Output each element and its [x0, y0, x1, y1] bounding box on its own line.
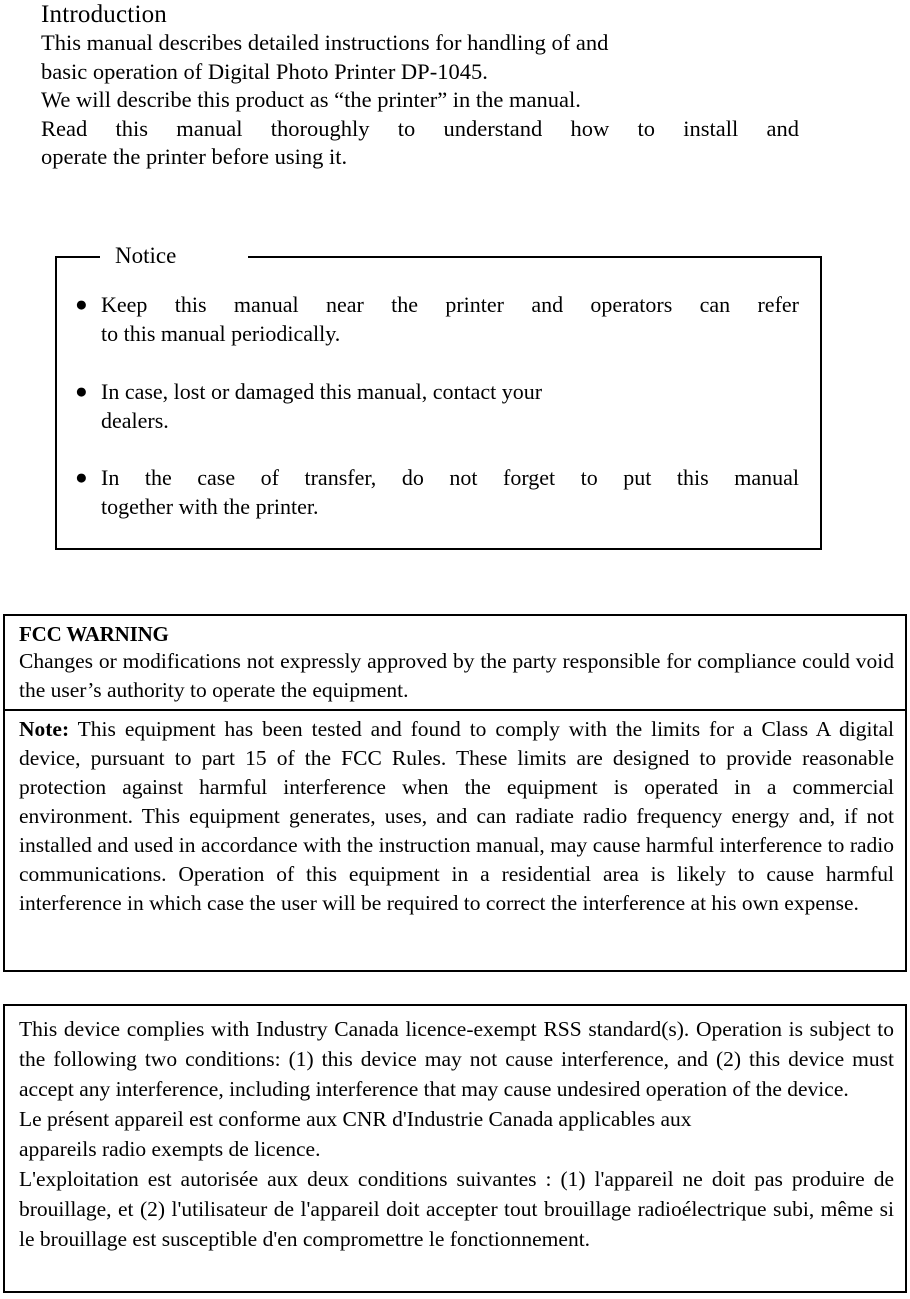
fcc-note-body: This equipment has been tested and found…: [19, 717, 894, 915]
notice-item-line-2: together with the printer.: [101, 494, 319, 519]
notice-item-text: In case, lost or damaged this manual, co…: [101, 377, 799, 435]
notice-item-line-1: Keep this manual near the printer and op…: [101, 292, 799, 317]
notice-item-line-1: In case, lost or damaged this manual, co…: [101, 379, 543, 404]
ic-paragraph-french-2: L'exploitation est autorisée aux deux co…: [19, 1167, 894, 1251]
notice-item-text: Keep this manual near the printer and op…: [101, 290, 799, 348]
fcc-note-label: Note:: [19, 717, 70, 741]
intro-line-4: Read this manual thoroughly to understan…: [41, 115, 799, 141]
fcc-note-section: Note: This equipment has been tested and…: [5, 711, 905, 918]
intro-line-2: basic operation of Digital Photo Printer…: [41, 58, 488, 84]
notice-list-item: ● In the case of transfer, do not forget…: [75, 463, 799, 521]
fcc-warning-body: Changes or modifications not expressly a…: [19, 649, 894, 702]
intro-line-1: This manual describes detailed instructi…: [41, 30, 609, 55]
notice-item-text: In the case of transfer, do not forget t…: [101, 463, 799, 521]
notice-list-item: ● In case, lost or damaged this manual, …: [75, 377, 799, 435]
intro-line-5: operate the printer before using it.: [41, 144, 348, 169]
notice-box: ● Keep this manual near the printer and …: [55, 256, 822, 550]
bullet-icon: ●: [75, 292, 88, 316]
notice-legend-label: Notice: [107, 242, 185, 270]
ic-paragraph-french-1-line-1: Le présent appareil est conforme aux CNR…: [19, 1107, 692, 1131]
notice-item-line-2: to this manual periodically.: [101, 321, 341, 346]
notice-list-item: ● Keep this manual near the printer and …: [75, 290, 799, 348]
fcc-warning-box: FCC WARNING Changes or modifications not…: [3, 614, 907, 972]
fcc-warning-heading: FCC WARNING: [19, 622, 169, 646]
bullet-icon: ●: [75, 379, 88, 403]
fcc-warning-section: FCC WARNING Changes or modifications not…: [5, 616, 905, 711]
notice-item-line-1: In the case of transfer, do not forget t…: [101, 465, 799, 490]
intro-line-3: We will describe this product as “the pr…: [41, 87, 581, 112]
ic-paragraph-english: This device complies with Industry Canad…: [19, 1017, 894, 1101]
industry-canada-box: This device complies with Industry Canad…: [3, 1004, 907, 1293]
fcc-note-paragraph: Note: This equipment has been tested and…: [19, 715, 894, 918]
page-title: Introduction: [41, 1, 167, 28]
ic-paragraph-french-1-line-2: appareils radio exempts de licence.: [19, 1137, 321, 1161]
notice-item-line-2: dealers.: [101, 408, 169, 433]
introduction-section: Introduction This manual describes detai…: [41, 0, 831, 172]
bullet-icon: ●: [75, 465, 88, 489]
